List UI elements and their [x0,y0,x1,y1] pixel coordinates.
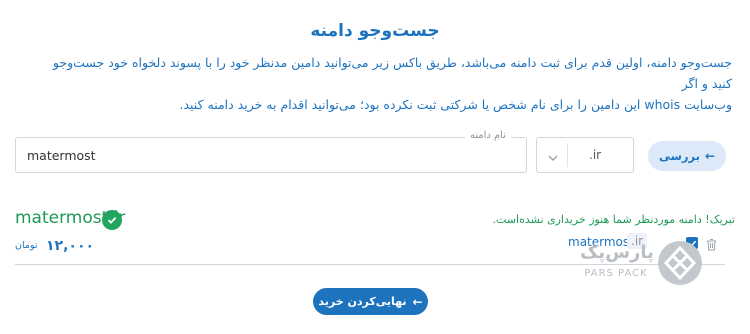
intro-line-2: وب‌سایت whois این دامین را برای نام شخص … [179,97,732,112]
search-button[interactable]: بررسی ← [648,141,726,171]
domain-name-label: نام دامنه [464,130,511,141]
search-button-label: بررسی [658,149,700,163]
intro-line-1: جست‌وجو دامنه، اولین قدم برای ثبت دامنه … [52,55,732,91]
tld-value: .ir [589,148,602,162]
page-title: جست‌وجو دامنه [310,21,440,41]
logo-mark-icon [658,241,702,285]
finalize-purchase-button[interactable]: نهایی‌کردن خرید ← [313,288,428,315]
parspack-logo: پارس‌پک PARS PACK [580,240,708,286]
check-circle-icon [102,210,122,230]
result-price: ۱۲,۰۰۰ [46,238,95,254]
price-unit: تومان [15,240,38,251]
arrow-left-icon: ← [412,294,423,309]
intro-text: جست‌وجو دامنه، اولین قدم برای ثبت دامنه … [30,52,732,115]
availability-message: تبریک! دامنه موردنظر شما هنوز خریداری نش… [492,213,735,226]
tld-divider [567,143,568,167]
chevron-down-icon [547,149,559,161]
tld-select[interactable]: .ir [536,137,634,173]
domain-name-field[interactable]: نام دامنه matermost [15,130,527,173]
finalize-purchase-label: نهایی‌کردن خرید [318,295,407,308]
logo-text-fa: پارس‌پک [580,242,654,263]
logo-text-en: PARS PACK [584,268,648,279]
domain-name-input[interactable]: matermost [27,148,96,163]
arrow-left-icon: ← [704,149,716,163]
